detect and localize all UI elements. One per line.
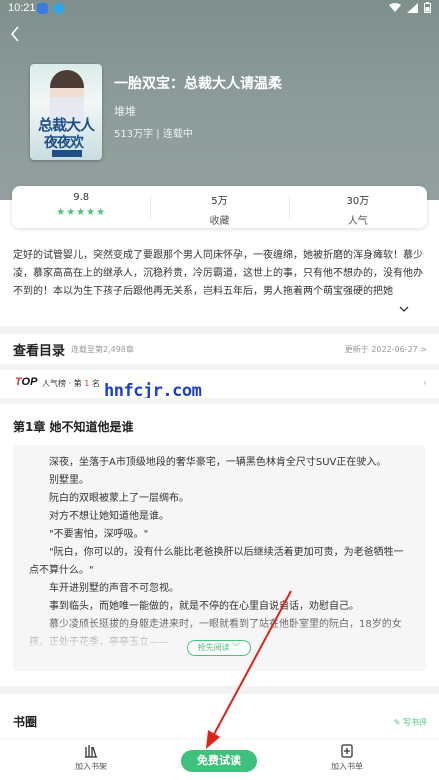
write-review-link[interactable]: ✎ 写书评 xyxy=(394,717,427,728)
score-value: 9.8 xyxy=(73,192,90,203)
write-review-label: 写书评 xyxy=(403,718,427,727)
wifi-icon xyxy=(389,2,401,12)
toc-heading: 查看目录 xyxy=(13,344,66,359)
cover-title-line-2: 夜夜欢 xyxy=(44,135,84,151)
battery-icon xyxy=(424,2,431,13)
cover-tag xyxy=(52,150,82,157)
book-cover[interactable]: 总裁大人 夜夜欢 xyxy=(30,64,102,160)
book-circle-row: 书圈 ✎ 写书评 xyxy=(13,713,427,733)
notification-app-icon xyxy=(37,3,48,14)
book-header: 10:21 总裁大人 夜夜欢 一胎双宝：总裁大人请温柔 堆堆 513万字 | 连… xyxy=(0,0,439,200)
book-meta: 513万字 | 连载中 xyxy=(114,129,193,140)
add-to-booklist-button[interactable]: 加入书单 xyxy=(317,744,377,772)
star-rating-icon: ★★★★★ xyxy=(56,207,107,218)
back-icon[interactable] xyxy=(10,26,28,44)
rank-number: 1 xyxy=(84,379,90,388)
section-divider xyxy=(0,326,439,334)
popularity-label: 人气 xyxy=(347,216,368,227)
toc-row[interactable]: 查看目录 连载至第2,498章 更新于 2022-06-27 > xyxy=(13,340,427,360)
chapter-paragraph: 车开进别墅的声音不可忽视。 xyxy=(29,583,179,594)
status-icons xyxy=(389,2,431,13)
chapter-paragraph: "不要害怕，深呼吸。" xyxy=(29,529,149,540)
add-to-shelf-label: 加入书架 xyxy=(75,762,107,771)
add-booklist-icon xyxy=(341,744,353,758)
edit-icon: ✎ xyxy=(393,718,401,727)
signal-icon xyxy=(407,2,418,13)
top-rank-logo: TOP xyxy=(15,376,38,388)
free-trial-button[interactable]: 免费试读 xyxy=(181,750,257,772)
popularity-value: 30万 xyxy=(346,196,370,207)
book-title: 一胎双宝：总裁大人请温柔 xyxy=(114,76,282,92)
chapter-paragraph: 对方不想让她知道他是谁。 xyxy=(29,511,169,522)
chapter-paragraph: "阮白，你可以的，没有什么能比老爸换肝以后继续活着更加可贵，为老爸牺牲一点不算什… xyxy=(29,547,404,576)
book-circle-heading: 书圈 xyxy=(13,715,38,729)
rank-label-before: 人气榜 · 第 xyxy=(42,379,82,388)
book-intro[interactable]: 定好的试管婴儿，突然变成了要跟那个男人同床怀孕，一夜缠绵，她被折磨的浑身瘫软！慕… xyxy=(13,247,427,301)
popularity-rank-row[interactable]: TOP 人气榜 · 第 1 名 › xyxy=(13,376,427,392)
favorites-value: 5万 xyxy=(211,196,228,207)
add-to-booklist-label: 加入书单 xyxy=(331,762,363,771)
section-divider xyxy=(0,686,439,694)
section-divider xyxy=(0,398,439,404)
chapter-paragraph: 深夜，坐落于A市顶级地段的奢华豪宅，一辆黑色林肯全尺寸SUV正在驶入。 xyxy=(29,457,387,468)
chapter-preview[interactable]: 深夜，坐落于A市顶级地段的奢华豪宅，一辆黑色林肯全尺寸SUV正在驶入。 别墅里。… xyxy=(13,445,426,671)
read-first-button[interactable]: 抢先阅读 ﹀ xyxy=(187,640,251,656)
stats-card: 9.8 ★★★★★ 5万 收藏 30万 人气 xyxy=(12,186,427,228)
chapter-paragraph: 别墅里。 xyxy=(29,475,89,486)
section-divider xyxy=(0,364,439,370)
rank-text: 人气榜 · 第 1 名 xyxy=(42,378,100,389)
stat-popularity: 30万 人气 xyxy=(288,186,427,228)
bookshelf-icon xyxy=(85,745,97,758)
status-bar: 10:21 xyxy=(0,0,439,18)
toc-updated: 更新于 2022-06-27 > xyxy=(344,345,427,354)
chevron-right-icon: › xyxy=(422,376,427,389)
stat-score: 9.8 ★★★★★ xyxy=(12,186,150,228)
status-time: 10:21 xyxy=(8,2,36,14)
book-author[interactable]: 堆堆 xyxy=(114,103,136,119)
download-icon xyxy=(53,3,64,14)
expand-intro-icon[interactable] xyxy=(399,302,409,315)
rank-label-after: 名 xyxy=(91,379,100,388)
chapter-title: 第1章 她不知道他是谁 xyxy=(13,420,134,434)
toc-chapter-count: 连载至第2,498章 xyxy=(71,345,134,354)
chapter-paragraph: 阮白的双眼被蒙上了一层绸布。 xyxy=(29,493,189,504)
add-to-shelf-button[interactable]: 加入书架 xyxy=(61,744,121,772)
favorites-label: 收藏 xyxy=(209,216,230,227)
stat-favorites: 5万 收藏 xyxy=(150,186,288,228)
